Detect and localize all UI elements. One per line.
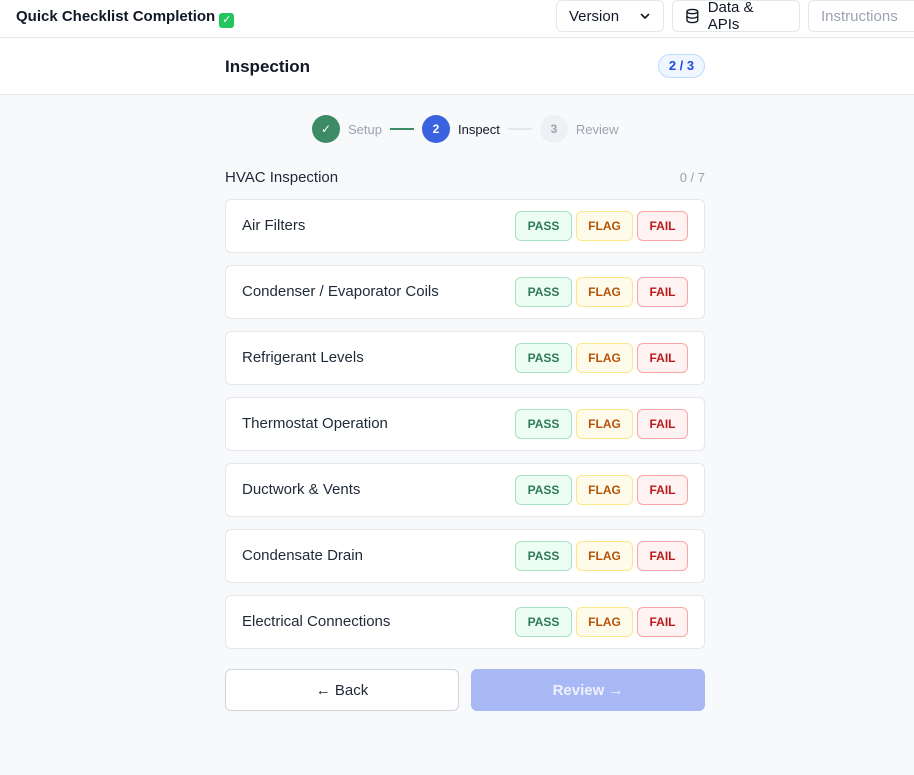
checklist-item: Condenser / Evaporator Coils PASS FLAG F… (225, 265, 705, 319)
database-icon (686, 8, 699, 24)
pass-button[interactable]: PASS (515, 277, 572, 307)
checklist-item: Ductwork & Vents PASS FLAG FAIL (225, 463, 705, 517)
fail-button[interactable]: FAIL (637, 211, 688, 241)
result-options: PASS FLAG FAIL (515, 343, 688, 373)
instructions-button[interactable]: Instructions (808, 0, 914, 32)
step-connector (507, 128, 532, 130)
section-title: HVAC Inspection (225, 169, 339, 186)
flag-button[interactable]: FLAG (576, 475, 633, 505)
result-options: PASS FLAG FAIL (515, 211, 688, 241)
flag-button[interactable]: FLAG (576, 607, 633, 637)
fail-button[interactable]: FAIL (637, 475, 688, 505)
flag-button[interactable]: FLAG (576, 409, 633, 439)
flag-button[interactable]: FLAG (576, 343, 633, 373)
fail-button[interactable]: FAIL (637, 541, 688, 571)
fail-button[interactable]: FAIL (637, 277, 688, 307)
result-options: PASS FLAG FAIL (515, 475, 688, 505)
checklist-item: Electrical Connections PASS FLAG FAIL (225, 595, 705, 649)
fail-button[interactable]: FAIL (637, 343, 688, 373)
app-title: Quick Checklist Completion ✓ (16, 8, 235, 28)
flag-button[interactable]: FLAG (576, 211, 633, 241)
step-inspect-label: Inspect (457, 121, 500, 137)
checklist-item-label: Condenser / Evaporator Coils (242, 283, 439, 300)
chevron-down-icon (640, 13, 650, 19)
checklist: Air Filters PASS FLAG FAIL Condenser / E… (225, 199, 705, 661)
back-button[interactable]: ← Back (225, 669, 459, 711)
checklist-item: Refrigerant Levels PASS FLAG FAIL (225, 331, 705, 385)
page-header: Inspection 2 / 3 (0, 38, 914, 95)
result-options: PASS FLAG FAIL (515, 541, 688, 571)
app-title-text: Quick Checklist Completion (16, 8, 216, 25)
result-options: PASS FLAG FAIL (515, 607, 688, 637)
step-setup-label: Setup (348, 121, 382, 137)
checklist-item: Thermostat Operation PASS FLAG FAIL (225, 397, 705, 451)
checklist-item-label: Thermostat Operation (242, 415, 388, 432)
checklist-item-label: Air Filters (242, 217, 306, 234)
stepper: ✓ Setup 2 Inspect 3 Review (312, 115, 619, 143)
step-review-number: 3 (539, 115, 568, 143)
result-options: PASS FLAG FAIL (515, 277, 688, 307)
flag-button[interactable]: FLAG (576, 541, 633, 571)
step-inspect-number: 2 (421, 115, 450, 143)
page-title: Inspection (225, 57, 311, 76)
step-progress-badge: 2 / 3 (658, 54, 705, 78)
top-bar: Quick Checklist Completion ✓ Version Data… (0, 0, 914, 38)
checklist-item-label: Condensate Drain (242, 547, 363, 564)
data-apis-button[interactable]: Data & APIs (672, 0, 800, 33)
pass-button[interactable]: PASS (515, 409, 572, 439)
step-setup-check-icon: ✓ (312, 115, 340, 143)
pass-button[interactable]: PASS (515, 475, 572, 505)
review-button[interactable]: Review → (471, 669, 705, 711)
check-mark-icon: ✓ (219, 13, 235, 28)
checklist-item-label: Electrical Connections (242, 613, 391, 630)
checklist-item-label: Ductwork & Vents (242, 481, 361, 498)
fail-button[interactable]: FAIL (637, 409, 688, 439)
section-progress-count: 0 / 7 (679, 170, 705, 185)
version-dropdown[interactable]: Version (556, 0, 664, 32)
data-apis-label: Data & APIs (707, 0, 754, 33)
step-review-label: Review (575, 121, 619, 137)
fail-button[interactable]: FAIL (637, 607, 688, 637)
result-options: PASS FLAG FAIL (515, 409, 688, 439)
step-connector (389, 128, 414, 130)
checklist-item: Condensate Drain PASS FLAG FAIL (225, 529, 705, 583)
flag-button[interactable]: FLAG (576, 277, 633, 307)
version-label: Version (569, 7, 620, 25)
pass-button[interactable]: PASS (515, 607, 572, 637)
checklist-item-label: Refrigerant Levels (242, 349, 364, 366)
pass-button[interactable]: PASS (515, 343, 572, 373)
pass-button[interactable]: PASS (515, 541, 572, 571)
pass-button[interactable]: PASS (515, 211, 572, 241)
checklist-item: Air Filters PASS FLAG FAIL (225, 199, 705, 253)
